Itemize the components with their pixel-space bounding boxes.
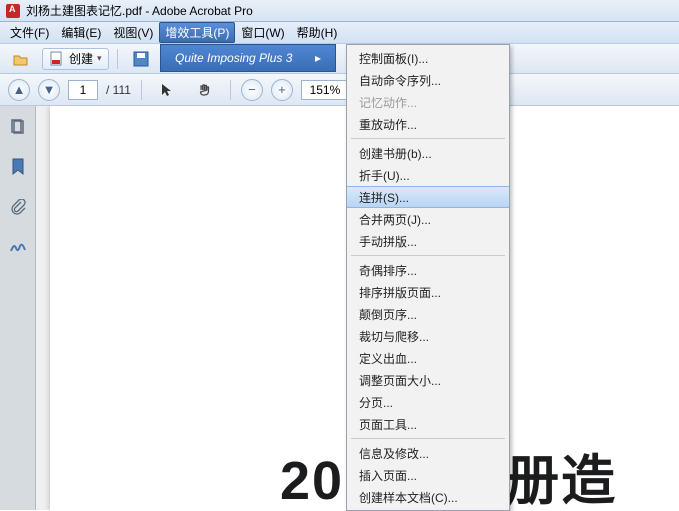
menu-item[interactable]: 折手(U)... <box>347 164 509 186</box>
menu-separator <box>351 255 505 256</box>
zoom-in-button[interactable]: + <box>271 79 293 101</box>
content-area: 201 国注册造 <box>0 106 679 510</box>
menu-item[interactable]: 页面工具... <box>347 413 509 435</box>
menu-item[interactable]: 自动命令序列... <box>347 69 509 91</box>
plugins-submenu-dropdown: 控制面板(I)...自动命令序列...记忆动作...重放动作... 创建书册(b)… <box>346 44 510 511</box>
menu-item[interactable]: 颠倒页序... <box>347 303 509 325</box>
page-down-button[interactable]: ▼ <box>38 79 60 101</box>
folder-open-icon <box>13 51 29 67</box>
menu-item[interactable]: 分页... <box>347 391 509 413</box>
menu-window[interactable]: 窗口(W) <box>235 22 290 43</box>
menu-item: 记忆动作... <box>347 91 509 113</box>
menu-item[interactable]: 手动拼版... <box>347 230 509 252</box>
menu-item[interactable]: 重放动作... <box>347 113 509 135</box>
submenu-label: Quite Imposing Plus 3 <box>175 51 292 65</box>
menu-item[interactable]: 连拼(S)... <box>347 186 509 208</box>
minus-icon: − <box>248 82 256 97</box>
menu-help[interactable]: 帮助(H) <box>291 22 344 43</box>
separator <box>141 80 142 100</box>
page-number-input[interactable] <box>68 80 98 100</box>
menu-edit[interactable]: 编辑(E) <box>55 22 107 43</box>
menu-item[interactable]: 插入页面... <box>347 464 509 486</box>
create-pdf-icon <box>49 51 65 67</box>
menu-item[interactable]: 排序拼版页面... <box>347 281 509 303</box>
window-title: 刘杨土建图表记忆.pdf - Adobe Acrobat Pro <box>26 2 253 19</box>
page-up-button[interactable]: ▲ <box>8 79 30 101</box>
menu-item[interactable]: 创建书册(b)... <box>347 142 509 164</box>
menubar: 文件(F) 编辑(E) 视图(V) 增效工具(P) 窗口(W) 帮助(H) <box>0 22 679 44</box>
menu-file[interactable]: 文件(F) <box>4 22 55 43</box>
bookmarks-panel-button[interactable] <box>9 158 27 176</box>
menu-separator <box>351 438 505 439</box>
zoom-level-display[interactable]: 151% <box>301 80 349 100</box>
cursor-icon <box>159 82 175 98</box>
dropdown-arrow-icon: ▾ <box>97 53 102 64</box>
page-total-label: / 111 <box>106 83 131 97</box>
arrow-down-icon: ▼ <box>43 82 56 97</box>
menu-item[interactable]: 奇偶排序... <box>347 259 509 281</box>
signatures-panel-button[interactable] <box>9 238 27 256</box>
hand-tool-button[interactable] <box>190 79 220 101</box>
menu-item[interactable]: 控制面板(I)... <box>347 47 509 69</box>
separator <box>117 49 118 69</box>
create-button[interactable]: 创建 ▾ <box>42 48 109 70</box>
menu-item[interactable]: 定义出血... <box>347 347 509 369</box>
submenu-arrow-icon: ▸ <box>315 51 321 65</box>
plus-icon: + <box>278 82 286 97</box>
menu-item[interactable]: 裁切与爬移... <box>347 325 509 347</box>
zoom-out-button[interactable]: − <box>241 79 263 101</box>
menu-item[interactable]: 创建样本文档(C)... <box>347 486 509 508</box>
sidebar <box>0 106 36 510</box>
open-button[interactable] <box>6 48 36 70</box>
menu-view[interactable]: 视图(V) <box>107 22 159 43</box>
thumbnails-panel-button[interactable] <box>9 118 27 136</box>
select-tool-button[interactable] <box>152 79 182 101</box>
hand-icon <box>197 82 213 98</box>
menu-item[interactable]: 合并两页(J)... <box>347 208 509 230</box>
app-icon <box>6 4 20 18</box>
attachments-panel-button[interactable] <box>9 198 27 216</box>
toolbar-secondary: ▲ ▼ / 111 − + 151% ▾ <box>0 74 679 106</box>
menu-item[interactable]: 调整页面大小... <box>347 369 509 391</box>
arrow-up-icon: ▲ <box>13 82 26 97</box>
save-button[interactable] <box>126 48 156 70</box>
create-label: 创建 <box>69 50 93 67</box>
submenu-quite-imposing[interactable]: Quite Imposing Plus 3 ▸ <box>160 44 336 72</box>
toolbar-primary: 创建 ▾ Quite Imposing Plus 3 ▸ <box>0 44 679 74</box>
menu-item[interactable]: 信息及修改... <box>347 442 509 464</box>
separator <box>230 80 231 100</box>
titlebar: 刘杨土建图表记忆.pdf - Adobe Acrobat Pro <box>0 0 679 22</box>
menu-plugins[interactable]: 增效工具(P) <box>159 22 235 43</box>
save-icon <box>133 51 149 67</box>
menu-separator <box>351 138 505 139</box>
